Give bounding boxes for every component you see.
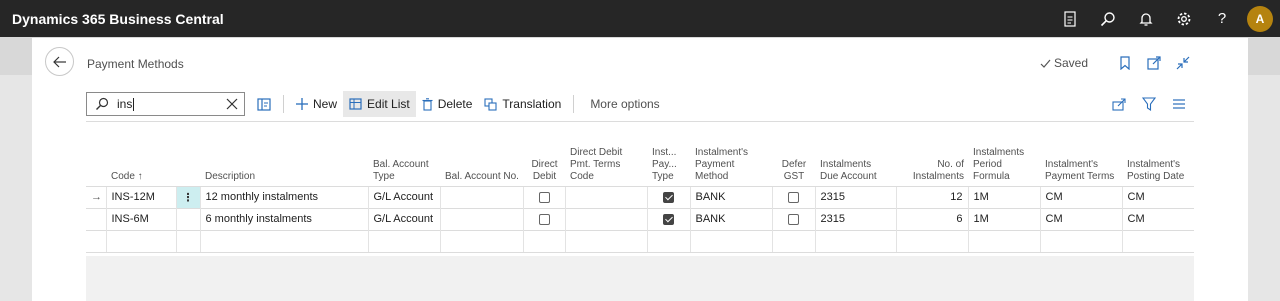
more-options-button[interactable]: More options bbox=[584, 91, 665, 117]
edit-list-label: Edit List bbox=[367, 97, 410, 111]
inst-pay-type-checkbox[interactable] bbox=[663, 191, 674, 203]
cell-posting-date[interactable]: CM bbox=[1121, 185, 1194, 208]
back-arrow-icon bbox=[52, 56, 66, 67]
cell-dd-terms[interactable] bbox=[564, 207, 647, 230]
col-header-code[interactable]: Code ↑ bbox=[106, 122, 176, 186]
cell-inst-pay-type[interactable] bbox=[646, 207, 690, 230]
row-actions-icon[interactable]: ⋮ bbox=[175, 185, 200, 208]
col-header-bal-account-no[interactable]: Bal. Account No. bbox=[440, 122, 523, 186]
app-title[interactable]: Dynamics 365 Business Central bbox=[12, 11, 1051, 27]
col-header-defer-gst[interactable]: Defer GST bbox=[772, 122, 815, 186]
filter-pane-toggle-icon[interactable] bbox=[251, 91, 277, 117]
search-input[interactable]: ins bbox=[86, 92, 245, 116]
bell-icon[interactable] bbox=[1127, 0, 1165, 37]
cell-dd-terms[interactable] bbox=[564, 185, 647, 208]
cell-bal-account-no[interactable] bbox=[439, 185, 523, 208]
document-icon[interactable] bbox=[1051, 0, 1089, 37]
help-icon[interactable]: ? bbox=[1203, 0, 1241, 37]
col-header-posting-date[interactable]: Instalment's Posting Date bbox=[1122, 122, 1194, 186]
table-row[interactable]: INS-6M 6 monthly instalments G/L Account… bbox=[86, 207, 1194, 230]
search-value: ins bbox=[117, 97, 133, 111]
cell-payment-terms[interactable]: CM bbox=[1039, 185, 1122, 208]
table-row[interactable]: → INS-12M ⋮ 12 monthly instalments G/L A… bbox=[86, 185, 1194, 208]
cell-bal-account-no[interactable] bbox=[439, 207, 523, 230]
inst-pay-type-checkbox[interactable] bbox=[663, 213, 674, 225]
cell-defer-gst[interactable] bbox=[771, 207, 815, 230]
col-header-due-account[interactable]: Instalments Due Account bbox=[815, 122, 896, 186]
bookmark-icon[interactable] bbox=[1110, 53, 1139, 73]
defer-gst-checkbox[interactable] bbox=[788, 191, 799, 203]
col-header-inst-pay-type[interactable]: Inst... Pay... Type bbox=[647, 122, 690, 186]
cell-defer-gst[interactable] bbox=[771, 185, 815, 208]
delete-button[interactable]: Delete bbox=[416, 91, 479, 117]
share-icon[interactable] bbox=[1104, 89, 1134, 119]
payment-methods-grid: Code ↑ Description Bal. Account Type Bal… bbox=[86, 121, 1194, 256]
action-bar: ins New Edit List Delete Translation Mor… bbox=[86, 89, 1194, 119]
cell-direct-debit[interactable] bbox=[522, 185, 565, 208]
cell-payment-method[interactable]: BANK bbox=[689, 185, 772, 208]
new-button[interactable]: New bbox=[290, 91, 343, 117]
cell-description[interactable]: 6 monthly instalments bbox=[199, 207, 368, 230]
list-view-icon[interactable] bbox=[1164, 89, 1194, 119]
grid-empty-area bbox=[86, 256, 1194, 301]
direct-debit-checkbox[interactable] bbox=[538, 191, 550, 203]
avatar[interactable]: A bbox=[1247, 5, 1273, 32]
plus-icon bbox=[296, 98, 308, 110]
collapse-icon[interactable] bbox=[1168, 53, 1197, 73]
cell-no-instalments[interactable]: 6 bbox=[895, 207, 968, 230]
delete-label: Delete bbox=[437, 97, 473, 111]
page-title: Payment Methods bbox=[87, 57, 184, 71]
cell-due-account[interactable]: 2315 bbox=[814, 185, 896, 208]
direct-debit-checkbox[interactable] bbox=[538, 213, 550, 225]
search-icon bbox=[96, 97, 109, 110]
col-header-direct-debit[interactable]: Direct Debit bbox=[523, 122, 565, 186]
filter-icon[interactable] bbox=[1134, 89, 1164, 119]
col-header-no-instalments[interactable]: No. of Instalments bbox=[896, 122, 968, 186]
new-row[interactable] bbox=[86, 229, 1194, 253]
new-label: New bbox=[313, 97, 338, 111]
current-row-arrow-icon: → bbox=[86, 185, 106, 208]
gear-icon[interactable] bbox=[1165, 0, 1203, 37]
cell-period-formula[interactable]: 1M bbox=[967, 207, 1040, 230]
cell-bal-account-type[interactable]: G/L Account bbox=[367, 185, 440, 208]
trash-icon bbox=[422, 97, 433, 111]
col-header-dd-terms[interactable]: Direct Debit Pmt. Terms Code bbox=[565, 122, 647, 186]
cell-due-account[interactable]: 2315 bbox=[814, 207, 896, 230]
col-header-payment-terms[interactable]: Instalment's Payment Terms bbox=[1040, 122, 1122, 186]
saved-status: Saved bbox=[1040, 56, 1088, 70]
cell-inst-pay-type[interactable] bbox=[646, 185, 690, 208]
cell-bal-account-type[interactable]: G/L Account bbox=[367, 207, 440, 230]
col-header-bal-account-type[interactable]: Bal. Account Type bbox=[368, 122, 440, 186]
saved-label: Saved bbox=[1054, 56, 1089, 70]
cell-code[interactable]: INS-6M bbox=[105, 207, 176, 230]
page-panel: Payment Methods Saved ins New Edit List … bbox=[32, 38, 1248, 301]
top-bar: Dynamics 365 Business Central ? A bbox=[0, 0, 1280, 37]
search-icon[interactable] bbox=[1089, 0, 1127, 37]
cell-payment-terms[interactable]: CM bbox=[1039, 207, 1122, 230]
col-header-payment-method[interactable]: Instalment's Payment Method bbox=[690, 122, 772, 186]
defer-gst-checkbox[interactable] bbox=[788, 213, 799, 225]
cell-payment-method[interactable]: BANK bbox=[689, 207, 772, 230]
cell-code[interactable]: INS-12M bbox=[105, 185, 176, 208]
cell-direct-debit[interactable] bbox=[522, 207, 565, 230]
check-icon bbox=[1040, 59, 1051, 68]
translation-button[interactable]: Translation bbox=[478, 91, 567, 117]
cell-period-formula[interactable]: 1M bbox=[967, 185, 1040, 208]
col-header-description[interactable]: Description bbox=[200, 122, 368, 186]
open-new-window-icon[interactable] bbox=[1139, 53, 1168, 73]
translation-icon bbox=[484, 97, 497, 111]
edit-list-button[interactable]: Edit List bbox=[343, 91, 416, 117]
cell-no-instalments[interactable]: 12 bbox=[895, 185, 968, 208]
translation-label: Translation bbox=[502, 97, 562, 111]
cell-description[interactable]: 12 monthly instalments bbox=[199, 185, 368, 208]
cell-posting-date[interactable]: CM bbox=[1121, 207, 1194, 230]
back-button[interactable] bbox=[45, 47, 74, 76]
col-header-period-formula[interactable]: Instalments Period Formula bbox=[968, 122, 1040, 186]
edit-list-icon bbox=[349, 98, 362, 110]
clear-search-icon[interactable] bbox=[226, 98, 238, 113]
